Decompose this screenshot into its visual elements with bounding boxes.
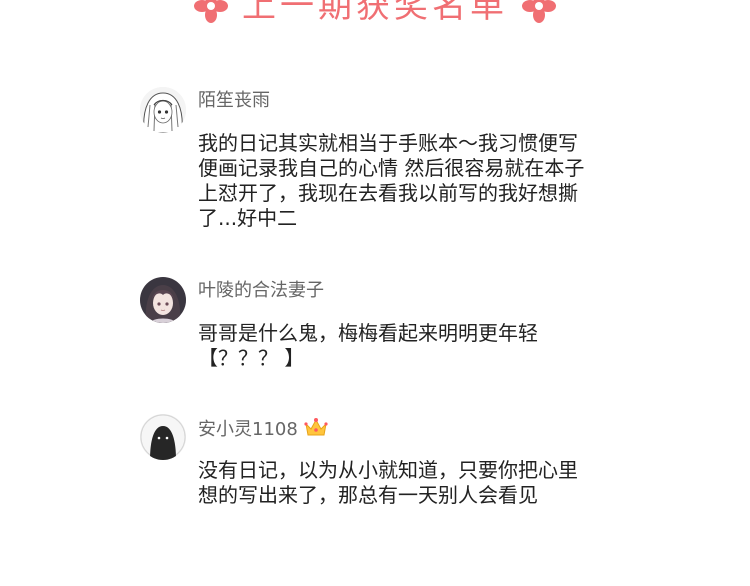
anime-boy-avatar-icon [140,277,186,323]
comment-username[interactable]: 陌笙丧雨 [198,89,270,113]
default-user-avatar-icon [140,414,186,460]
comment-text: 我的日记其实就相当于手账本～我习惯便写 便画记录我自己的心情 然后很容易就在本子… [198,131,585,230]
flower-icon [522,0,556,23]
comment-username[interactable]: 叶陵的合法妻子 [198,279,324,303]
comment-username-text: 安小灵1108 [198,419,298,440]
award-header: 上一期获奖名单 [0,0,750,26]
crown-icon [304,418,328,436]
avatar[interactable] [140,87,186,133]
comment-text: 没有日记，以为从小就知道，只要你把心里 想的写出来了，那总有一天别人会看见 [198,458,578,507]
avatar[interactable] [140,414,186,460]
anime-girl-avatar-icon [140,87,186,133]
flower-icon [194,0,228,23]
avatar[interactable] [140,277,186,323]
comment-text: 哥哥是什么鬼，梅梅看起来明明更年轻 【？？？ 】 [198,321,538,370]
comment-username[interactable]: 安小灵1108 [198,416,328,442]
award-title: 上一期获奖名单 [242,0,508,26]
